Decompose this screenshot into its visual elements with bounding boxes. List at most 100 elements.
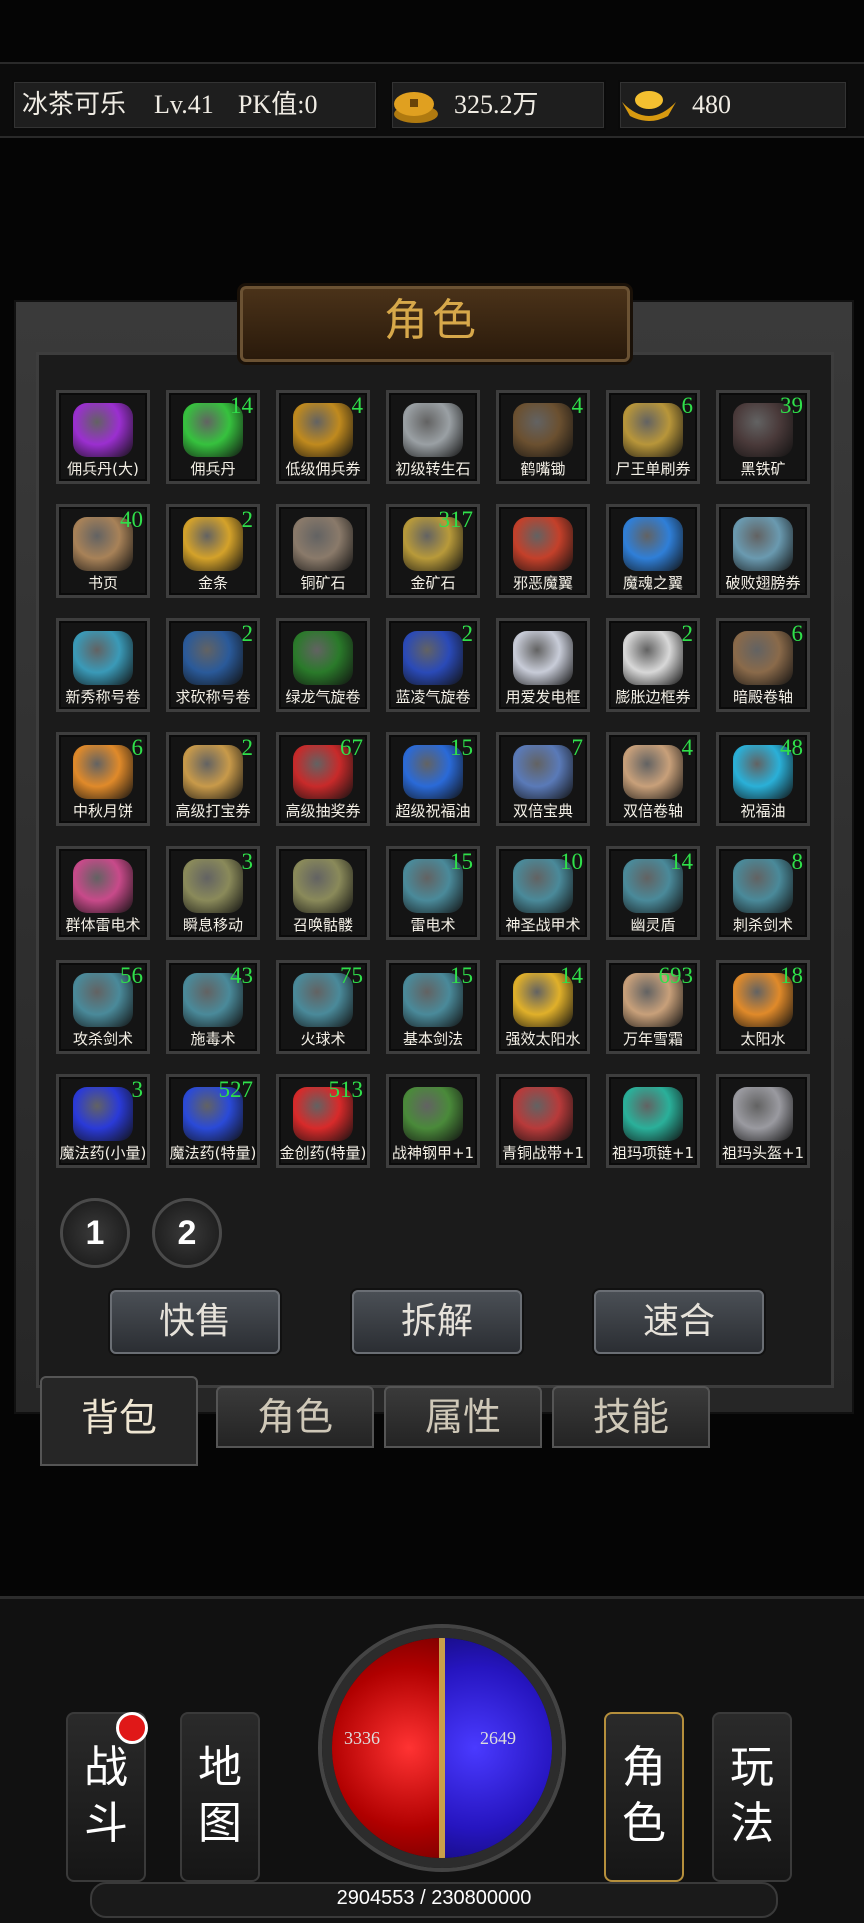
item-icon bbox=[513, 745, 573, 799]
item-name: 新秀称号卷 bbox=[65, 688, 141, 706]
item-icon bbox=[733, 1087, 793, 1141]
inventory-item[interactable]: 用爱发电框 bbox=[496, 618, 590, 712]
inventory-item[interactable]: 邪恶魔翼 bbox=[496, 504, 590, 598]
inventory-item[interactable]: 15 雷电术 bbox=[386, 846, 480, 940]
item-icon bbox=[623, 631, 683, 685]
tab-skills[interactable]: 技能 bbox=[552, 1386, 710, 1448]
inventory-item[interactable]: 513 金创药(特量) bbox=[276, 1074, 370, 1168]
item-name: 太阳水 bbox=[740, 1030, 786, 1048]
inventory-item[interactable]: 2 膨胀边框券 bbox=[606, 618, 700, 712]
inventory-item[interactable]: 铜矿石 bbox=[276, 504, 370, 598]
ingot-box: 480 bbox=[618, 80, 848, 130]
item-name: 刺杀剑术 bbox=[732, 916, 793, 934]
inventory-item[interactable]: 693 万年雪霜 bbox=[606, 960, 700, 1054]
nav-role-label: 角色 bbox=[622, 1742, 666, 1849]
inventory-item[interactable]: 4 鹤嘴锄 bbox=[496, 390, 590, 484]
page-1-button[interactable]: 1 bbox=[60, 1198, 130, 1268]
top-status-bar: 冰茶可乐 Lv.41 PK值:0 325.2万 480 bbox=[0, 62, 864, 138]
nav-battle-label: 战斗 bbox=[84, 1742, 128, 1849]
item-name: 低级佣兵券 bbox=[285, 460, 361, 478]
nav-role-button[interactable]: 角色 bbox=[604, 1712, 684, 1882]
item-name: 金条 bbox=[197, 574, 228, 592]
tab-role[interactable]: 角色 bbox=[216, 1386, 374, 1448]
item-count: 317 bbox=[438, 507, 474, 532]
item-name: 超级祝福油 bbox=[395, 802, 471, 820]
item-icon bbox=[73, 631, 133, 685]
inventory-item[interactable]: 召唤骷髅 bbox=[276, 846, 370, 940]
inventory-item[interactable]: 祖玛项链+1 bbox=[606, 1074, 700, 1168]
nav-play-button[interactable]: 玩法 bbox=[712, 1712, 792, 1882]
item-count: 14 bbox=[670, 849, 693, 874]
inventory-item[interactable]: 527 魔法药(特量) bbox=[166, 1074, 260, 1168]
item-count: 43 bbox=[230, 963, 253, 988]
inventory-item[interactable]: 战神钢甲+1 bbox=[386, 1074, 480, 1168]
inventory-item[interactable]: 14 强效太阳水 bbox=[496, 960, 590, 1054]
inventory-item[interactable]: 15 超级祝福油 bbox=[386, 732, 480, 826]
quick-merge-button[interactable]: 速合 bbox=[594, 1290, 764, 1354]
inventory-item[interactable]: 3 瞬息移动 bbox=[166, 846, 260, 940]
player-name: 冰茶可乐 bbox=[22, 90, 127, 119]
item-count: 2 bbox=[241, 621, 254, 646]
inventory-item[interactable]: 初级转生石 bbox=[386, 390, 480, 484]
inventory-item[interactable]: 43 施毒术 bbox=[166, 960, 260, 1054]
item-name: 黑铁矿 bbox=[740, 460, 786, 478]
inventory-item[interactable]: 2 蓝凌气旋卷 bbox=[386, 618, 480, 712]
item-count: 2 bbox=[461, 621, 474, 646]
inventory-item[interactable]: 2 求砍称号卷 bbox=[166, 618, 260, 712]
inventory-item[interactable]: 39 黑铁矿 bbox=[716, 390, 810, 484]
panel-title: 角色 bbox=[384, 295, 480, 346]
nav-map-button[interactable]: 地图 bbox=[180, 1712, 260, 1882]
item-name: 瞬息移动 bbox=[182, 916, 243, 934]
item-name: 雷电术 bbox=[410, 916, 456, 934]
gold-box: 325.2万 bbox=[390, 80, 606, 130]
inventory-item[interactable]: 3 魔法药(小量) bbox=[56, 1074, 150, 1168]
inventory-item[interactable]: 6 尸王单刷券 bbox=[606, 390, 700, 484]
item-name: 绿龙气旋卷 bbox=[285, 688, 361, 706]
item-name: 佣兵丹 bbox=[190, 460, 236, 478]
inventory-item[interactable]: 绿龙气旋卷 bbox=[276, 618, 370, 712]
item-name: 攻杀剑术 bbox=[72, 1030, 133, 1048]
inventory-item[interactable]: 破败翅膀券 bbox=[716, 504, 810, 598]
quick-sell-button[interactable]: 快售 bbox=[110, 1290, 280, 1354]
inventory-item[interactable]: 6 暗殿卷轴 bbox=[716, 618, 810, 712]
inventory-item[interactable]: 67 高级抽奖券 bbox=[276, 732, 370, 826]
inventory-item[interactable]: 佣兵丹(大) bbox=[56, 390, 150, 484]
inventory-item[interactable]: 新秀称号卷 bbox=[56, 618, 150, 712]
inventory-item[interactable]: 2 高级打宝券 bbox=[166, 732, 260, 826]
inventory-item[interactable]: 18 太阳水 bbox=[716, 960, 810, 1054]
inventory-item[interactable]: 56 攻杀剑术 bbox=[56, 960, 150, 1054]
dismantle-button[interactable]: 拆解 bbox=[352, 1290, 522, 1354]
inventory-item[interactable]: 4 低级佣兵券 bbox=[276, 390, 370, 484]
inventory-item[interactable]: 祖玛头盔+1 bbox=[716, 1074, 810, 1168]
inventory-item[interactable]: 40 书页 bbox=[56, 504, 150, 598]
inventory-item[interactable]: 317 金矿石 bbox=[386, 504, 480, 598]
inventory-item[interactable]: 群体雷电术 bbox=[56, 846, 150, 940]
inventory-item[interactable]: 48 祝福油 bbox=[716, 732, 810, 826]
item-count: 513 bbox=[328, 1077, 364, 1102]
tab-bag[interactable]: 背包 bbox=[40, 1376, 198, 1466]
item-count: 14 bbox=[560, 963, 583, 988]
page-2-button[interactable]: 2 bbox=[152, 1198, 222, 1268]
inventory-item[interactable]: 15 基本剑法 bbox=[386, 960, 480, 1054]
inventory-item[interactable]: 10 神圣战甲术 bbox=[496, 846, 590, 940]
inventory-item[interactable]: 75 火球术 bbox=[276, 960, 370, 1054]
inventory-item[interactable]: 7 双倍宝典 bbox=[496, 732, 590, 826]
inventory-item[interactable]: 14 幽灵盾 bbox=[606, 846, 700, 940]
inventory-item[interactable]: 魔魂之翼 bbox=[606, 504, 700, 598]
item-icon bbox=[733, 859, 793, 913]
inventory-item[interactable]: 2 金条 bbox=[166, 504, 260, 598]
item-count: 4 bbox=[571, 393, 584, 418]
inventory-item[interactable]: 4 双倍卷轴 bbox=[606, 732, 700, 826]
inventory-item[interactable]: 6 中秋月饼 bbox=[56, 732, 150, 826]
gold-amount: 325.2万 bbox=[454, 90, 539, 119]
inventory-item[interactable]: 8 刺杀剑术 bbox=[716, 846, 810, 940]
item-count: 3 bbox=[241, 849, 254, 874]
player-info-box: 冰茶可乐 Lv.41 PK值:0 bbox=[12, 80, 378, 130]
tab-attributes[interactable]: 属性 bbox=[384, 1386, 542, 1448]
nav-map-label: 地图 bbox=[198, 1742, 242, 1849]
item-name: 求砍称号卷 bbox=[175, 688, 251, 706]
item-icon bbox=[513, 403, 573, 457]
inventory-item[interactable]: 14 佣兵丹 bbox=[166, 390, 260, 484]
item-name: 火球术 bbox=[300, 1030, 346, 1048]
inventory-item[interactable]: 青铜战带+1 bbox=[496, 1074, 590, 1168]
